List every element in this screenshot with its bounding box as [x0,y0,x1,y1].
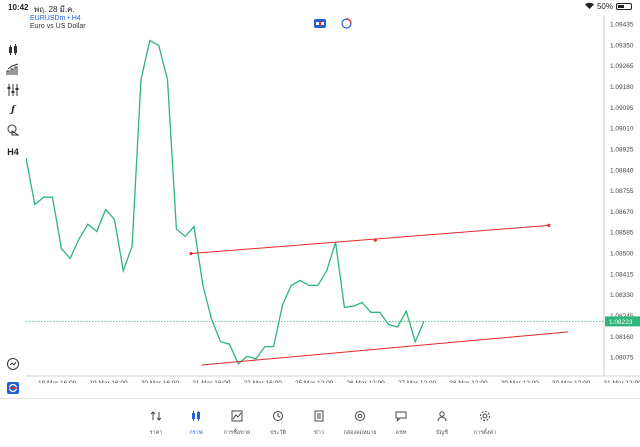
time-tick-label: 22 Mar 16:00 [244,380,283,383]
trend-line-anchor [547,223,551,227]
tab-label: กล่องจดหมาย [343,430,377,436]
app-logo-icon[interactable] [5,380,21,396]
shapes-icon[interactable] [5,122,21,138]
trade-icon [231,409,243,427]
bottom-tab-bar: ราคา กราฟ การซื้อขาย ประวัติ ข่าว กล่องจดหมาย… [0,398,640,447]
function-icon[interactable]: ƒ [5,102,21,118]
price-tick-label: 1.09010 [610,126,634,133]
account-icon [436,409,448,427]
chat-icon [395,409,407,427]
history-icon [272,409,284,427]
price-tick-label: 1.08075 [610,355,634,362]
trend-line [201,331,569,366]
price-tick-label: 1.08840 [610,167,634,174]
trend-line [190,224,549,255]
status-bar: 10:42 พฤ. 28 มี.ค. 50% [0,0,640,14]
objects-icon[interactable] [5,82,21,98]
tab-settings[interactable]: การตั้งค่า [459,409,511,437]
tab-label: ราคา [149,430,163,436]
time-tick-label: 20 Mar 16:00 [141,380,180,383]
time-tick-label: 25 Mar 12:00 [295,380,334,383]
price-tick-label: 1.09265 [610,63,634,70]
tab-label: การตั้งค่า [473,430,497,436]
mailbox-icon [354,409,366,427]
speed-test-icon[interactable] [5,356,21,372]
price-tick-label: 1.08415 [610,271,634,278]
settings-icon [479,409,491,427]
tab-label: แชท [395,430,407,436]
timeframe-label: H4 [7,147,19,157]
time-tick-label: 29 Mar 12:00 [501,380,540,383]
left-toolbar: ƒ H4 [0,14,26,399]
news-icon [313,409,325,427]
price-tick-label: 1.09350 [610,42,634,49]
price-tick-label: 1.09435 [610,22,634,29]
price-chart[interactable]: 1.09435 1.09350 1.09265 1.09180 1.09095 1.090… [26,16,640,383]
price-tick-label: 1.08925 [610,146,634,153]
time-tick-label: 19 Mar 16:00 [89,380,128,383]
status-time: 10:42 [8,3,29,12]
price-tick-label: 1.08330 [610,292,634,299]
tab-label: ประวัติ [269,430,287,436]
price-tick-label: 1.08500 [610,251,634,258]
candles-icon[interactable] [5,42,21,58]
current-price-label: 1.08223 [609,319,633,326]
price-tick-label: 1.09095 [610,105,634,112]
battery-percent: 50% [596,2,613,11]
status-indicators: 50% [584,2,632,11]
chart-icon [190,409,202,427]
time-tick-label: 28 Mar 12:00 [449,380,488,383]
price-tick-label: 1.08585 [610,230,634,237]
tab-label: กราฟ [189,430,203,436]
time-tick-label: 21 Mar 16:00 [192,380,231,383]
quotes-icon [150,409,162,427]
price-tick-label: 1.08755 [610,188,634,195]
price-tick-label: 1.08670 [610,209,634,216]
tab-label: ข่าว [314,430,324,436]
timeframe-icon[interactable]: H4 [5,144,21,160]
battery-icon [616,3,632,10]
indicators-icon[interactable] [5,62,21,78]
trend-line-anchor [189,251,193,256]
price-line [26,39,425,365]
time-tick-label: 26 Mar 12:00 [346,380,385,383]
time-tick-label: 30 Mar 12:00 [552,380,591,383]
price-tick-label: 1.08160 [610,334,634,341]
time-tick-label: 31 Mar 12:00 [603,380,640,383]
tab-label: การซื้อขาย [223,430,251,436]
trend-line-anchor [373,238,377,242]
time-tick-label: 27 Mar 12:00 [398,380,437,383]
price-tick-label: 1.09180 [610,84,634,91]
time-tick-label: 18 Mar 16:00 [38,380,77,383]
tab-label: บัญชี [436,430,448,436]
wifi-icon [584,2,594,11]
